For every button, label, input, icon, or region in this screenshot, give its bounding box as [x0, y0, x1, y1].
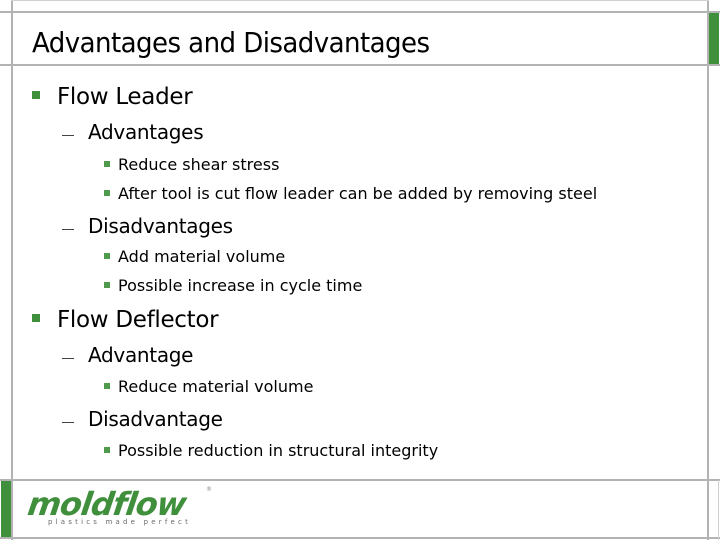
list-item-text: Possible increase in cycle time — [118, 276, 363, 295]
square-bullet-icon — [104, 189, 110, 196]
list-item-text: Reduce material volume — [118, 377, 314, 396]
sub-bullet-disadvantages: Disadvantages — [62, 214, 233, 238]
square-bullet-icon — [104, 160, 110, 167]
logo-wordmark: moldflow — [25, 485, 189, 523]
bullet-label: Flow Leader — [57, 84, 193, 110]
dash-bullet-icon — [62, 135, 74, 136]
footer-border-bottom — [0, 537, 720, 539]
sub-bullet-label: Advantages — [88, 120, 204, 144]
list-item: Possible increase in cycle time — [104, 276, 362, 295]
accent-block-top-right — [709, 13, 719, 64]
list-item-text: After tool is cut flow leader can be add… — [118, 184, 598, 203]
title-border-top — [0, 11, 720, 13]
square-bullet-icon — [104, 281, 110, 288]
sub-bullet-label: Advantage — [88, 343, 194, 367]
registered-mark: ® — [206, 486, 212, 493]
footer-border-top — [0, 479, 720, 481]
dash-bullet-icon — [62, 422, 74, 423]
frame-line-left — [11, 0, 13, 540]
frame-line-right — [707, 0, 709, 540]
bullet-label: Flow Deflector — [57, 307, 219, 333]
slide-title: Advantages and Disadvantages — [32, 26, 430, 59]
list-item: Add material volume — [104, 247, 285, 266]
bullet-flow-leader: Flow Leader — [32, 84, 193, 110]
sub-bullet-label: Disadvantage — [88, 407, 223, 431]
right-edge — [718, 480, 719, 540]
bullet-flow-deflector: Flow Deflector — [32, 307, 219, 333]
sub-bullet-disadvantage: Disadvantage — [62, 407, 223, 431]
list-item-text: Possible reduction in structural integri… — [118, 441, 439, 460]
title-border-bottom — [0, 64, 720, 66]
square-bullet-icon — [32, 90, 40, 99]
list-item-text: Reduce shear stress — [118, 155, 280, 174]
dash-bullet-icon — [62, 229, 74, 230]
accent-block-bottom-left — [1, 481, 11, 537]
list-item: Reduce material volume — [104, 377, 313, 396]
sub-bullet-advantage: Advantage — [62, 343, 194, 367]
square-bullet-icon — [32, 313, 40, 322]
list-item: Possible reduction in structural integri… — [104, 441, 438, 460]
sub-bullet-advantages: Advantages — [62, 120, 204, 144]
sub-bullet-label: Disadvantages — [88, 214, 233, 238]
dash-bullet-icon — [62, 358, 74, 359]
list-item: Reduce shear stress — [104, 155, 279, 174]
moldflow-logo: moldflow ® plastics made perfect — [25, 485, 212, 526]
top-edge — [11, 0, 709, 1]
square-bullet-icon — [104, 446, 110, 453]
square-bullet-icon — [104, 382, 110, 389]
square-bullet-icon — [104, 252, 110, 259]
list-item-text: Add material volume — [118, 247, 286, 266]
list-item: After tool is cut flow leader can be add… — [104, 184, 597, 203]
